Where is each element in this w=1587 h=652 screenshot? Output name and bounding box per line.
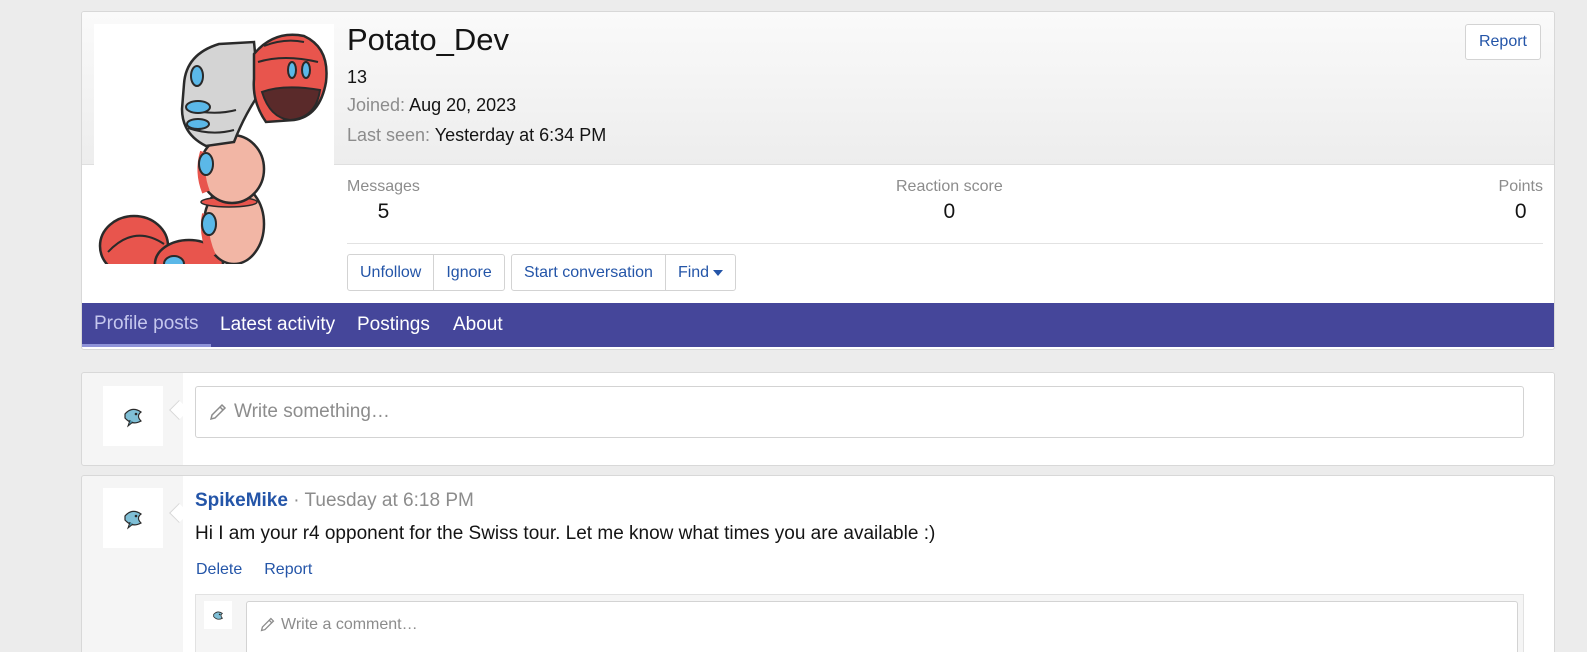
- last-seen-value[interactable]: Yesterday at 6:34 PM: [435, 125, 606, 145]
- joined-value: Aug 20, 2023: [409, 95, 517, 115]
- fish-avatar-icon: [124, 408, 143, 428]
- last-seen-label: Last seen:: [347, 125, 431, 145]
- profile-tabs: Profile posts Latest activity Postings A…: [82, 303, 1554, 347]
- stat-value[interactable]: 5: [347, 200, 420, 224]
- tab-latest-activity[interactable]: Latest activity: [208, 303, 347, 347]
- pencil-icon: [209, 403, 227, 421]
- write-comment-placeholder: Write a comment…: [281, 616, 418, 633]
- post-meta: SpikeMike · Tuesday at 6:18 PM: [195, 490, 474, 512]
- profile-card: Potato_Dev 13 Joined: Aug 20, 2023 Last …: [81, 11, 1555, 350]
- joined-line: Joined: Aug 20, 2023: [347, 95, 516, 116]
- tab-postings[interactable]: Postings: [345, 303, 442, 347]
- tab-profile-posts[interactable]: Profile posts: [82, 303, 211, 347]
- caret-down-icon: [713, 269, 724, 276]
- report-button[interactable]: Report: [1464, 24, 1541, 60]
- current-user-avatar[interactable]: [103, 386, 163, 446]
- post-author-link[interactable]: SpikeMike: [195, 490, 288, 511]
- fish-avatar-icon: [124, 510, 143, 530]
- user-title: 13: [347, 67, 368, 87]
- profile-post: SpikeMike · Tuesday at 6:18 PM Hi I am y…: [81, 475, 1555, 652]
- comment-avatar[interactable]: [204, 601, 232, 629]
- stat-label: Messages: [347, 178, 420, 195]
- joined-label: Joined:: [347, 95, 406, 115]
- stat-value[interactable]: 0: [1499, 200, 1543, 224]
- write-something-placeholder: Write something…: [234, 401, 390, 422]
- ignore-button[interactable]: Ignore: [434, 255, 503, 290]
- comment-section: Write a comment…: [195, 594, 1524, 652]
- profile-avatar[interactable]: [94, 24, 334, 290]
- tab-about[interactable]: About: [441, 303, 515, 347]
- post-separator: ·: [293, 490, 300, 511]
- write-comment-input[interactable]: Write a comment…: [246, 601, 1518, 652]
- stat-reaction-score: Reaction score 0: [896, 178, 1003, 224]
- start-conversation-button[interactable]: Start conversation: [512, 255, 666, 290]
- post-timestamp[interactable]: Tuesday at 6:18 PM: [304, 490, 473, 511]
- unfollow-button[interactable]: Unfollow: [348, 255, 435, 290]
- delete-link[interactable]: Delete: [196, 561, 242, 579]
- stat-label: Points: [1498, 178, 1543, 195]
- member-actions-group: Start conversation Find: [511, 254, 737, 291]
- stat-points[interactable]: Points 0: [1499, 178, 1543, 224]
- stat-messages[interactable]: Messages 5: [347, 178, 420, 224]
- profile-post-composer: Write something…: [81, 372, 1555, 466]
- fish-avatar-icon: [213, 611, 224, 620]
- post-author-avatar[interactable]: [103, 488, 163, 548]
- red-worm-creature-avatar-icon: [98, 33, 328, 290]
- post-actions: Delete Report: [196, 561, 312, 579]
- member-stats: Messages 5 Reaction score 0 Points 0: [347, 178, 1543, 244]
- follow-button-group: Unfollow Ignore: [347, 254, 505, 291]
- report-link[interactable]: Report: [264, 561, 312, 579]
- profile-username: Potato_Dev: [347, 22, 509, 57]
- pencil-icon: [260, 617, 275, 632]
- last-seen-line: Last seen: Yesterday at 6:34 PM: [347, 125, 606, 146]
- find-menu-button[interactable]: Find: [666, 255, 735, 290]
- write-something-input[interactable]: Write something…: [195, 386, 1524, 438]
- post-body: Hi I am your r4 opponent for the Swiss t…: [195, 523, 936, 544]
- find-label: Find: [677, 263, 710, 281]
- stat-label: Reaction score: [896, 178, 1003, 195]
- stat-value: 0: [943, 200, 956, 223]
